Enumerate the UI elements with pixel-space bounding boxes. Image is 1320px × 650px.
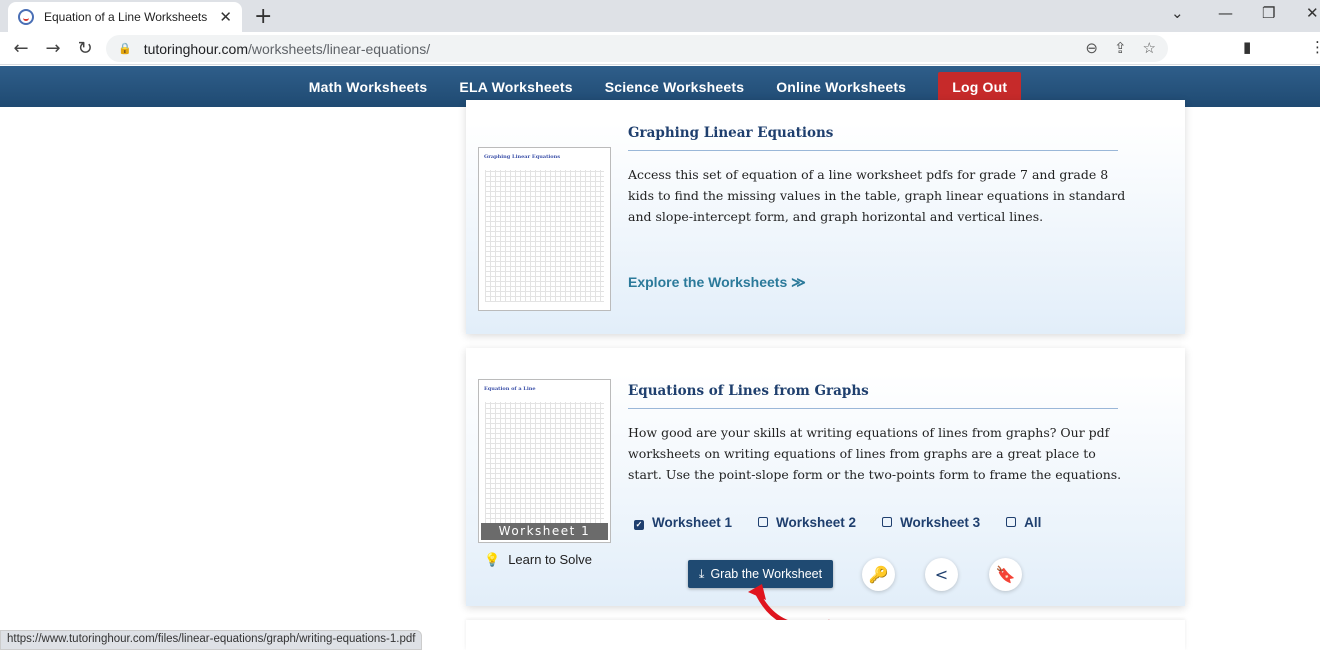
- nav-math-worksheets[interactable]: Math Worksheets: [309, 79, 428, 95]
- tab-search-icon[interactable]: ⌄: [1171, 4, 1184, 22]
- url-path: /worksheets/linear-equations/: [248, 40, 431, 57]
- close-tab-icon[interactable]: ✕: [219, 8, 232, 26]
- tab-title: Equation of a Line Worksheets: [44, 10, 208, 24]
- card-description: Access this set of equation of a line wo…: [628, 167, 1126, 224]
- thumbnail-label: Worksheet 1: [481, 523, 608, 540]
- share-button[interactable]: <: [925, 558, 958, 591]
- share-icon: <: [934, 565, 949, 584]
- url-host: tutoringhour.com: [143, 40, 248, 57]
- forward-icon[interactable]: →: [37, 38, 69, 59]
- new-tab-icon[interactable]: +: [254, 4, 272, 29]
- thumbnail-graphs: [485, 170, 604, 302]
- status-bar-url: https://www.tutoringhour.com/files/linea…: [0, 630, 423, 650]
- worksheet-options: ✓ Worksheet 1 Worksheet 2 Worksheet 3 All: [634, 515, 1041, 530]
- option-all[interactable]: All: [1006, 515, 1041, 530]
- checkbox-icon[interactable]: [1006, 517, 1017, 527]
- option-worksheet-2[interactable]: Worksheet 2: [758, 515, 856, 530]
- minimize-icon[interactable]: —: [1218, 4, 1233, 22]
- worksheet-card-graphing: Graphing Linear Equations Graphing Linea…: [466, 100, 1185, 334]
- download-icon: ⤓: [698, 566, 705, 581]
- learn-to-solve-link[interactable]: 💡 Learn to Solve: [484, 552, 592, 568]
- reload-icon[interactable]: ↻: [69, 38, 101, 59]
- arrow-head: [748, 584, 766, 600]
- next-card: [466, 620, 1185, 650]
- thumbnail-graphs: [485, 402, 604, 534]
- lightbulb-icon: 💡: [484, 552, 501, 567]
- option-label: Worksheet 1: [652, 515, 733, 530]
- card-title[interactable]: Equations of Lines from Graphs: [628, 383, 1118, 409]
- back-icon[interactable]: ←: [5, 38, 37, 59]
- url-bar[interactable]: 🔒 tutoringhour.com/worksheets/linear-equ…: [106, 35, 1168, 62]
- restore-icon[interactable]: ❐: [1262, 4, 1275, 22]
- nav-ela-worksheets[interactable]: ELA Worksheets: [459, 79, 572, 95]
- lock-icon: 🔒: [118, 43, 132, 55]
- checkbox-icon[interactable]: [758, 517, 769, 527]
- address-bar-row: ← → ↻ 🔒 tutoringhour.com/worksheets/line…: [0, 32, 1320, 92]
- worksheet-thumbnail[interactable]: Graphing Linear Equations: [478, 147, 611, 311]
- logout-button[interactable]: Log Out: [938, 71, 1022, 102]
- card-title[interactable]: Graphing Linear Equations: [628, 125, 1118, 151]
- thumbnail-title: Graphing Linear Equations: [484, 154, 561, 160]
- grab-label: Grab the Worksheet: [710, 567, 823, 581]
- bookmark-star-icon[interactable]: ☆: [1143, 39, 1156, 57]
- browser-tab[interactable]: Equation of a Line Worksheets ✕: [8, 2, 242, 32]
- explore-worksheets-link[interactable]: Explore the Worksheets ≫: [628, 274, 806, 291]
- bookmark-button[interactable]: 🔖: [989, 558, 1022, 591]
- option-label: Worksheet 2: [776, 515, 857, 530]
- site-favicon-icon: [18, 9, 34, 25]
- option-worksheet-3[interactable]: Worksheet 3: [882, 515, 980, 530]
- option-label: Worksheet 3: [900, 515, 981, 530]
- tab-strip: Equation of a Line Worksheets ✕ + ⌄ — ❐ …: [0, 0, 1320, 32]
- thumbnail-title: Equation of a Line: [484, 386, 536, 392]
- side-panel-icon[interactable]: ▮: [1243, 38, 1251, 56]
- checkbox-checked-icon[interactable]: ✓: [634, 520, 644, 530]
- checkbox-icon[interactable]: [882, 517, 893, 527]
- nav-online-worksheets[interactable]: Online Worksheets: [776, 79, 906, 95]
- zoom-icon[interactable]: ⊖: [1085, 39, 1098, 57]
- answer-key-button[interactable]: 🔑: [862, 558, 895, 591]
- nav-science-worksheets[interactable]: Science Worksheets: [605, 79, 745, 95]
- worksheet-thumbnail[interactable]: Equation of a Line Worksheet 1: [478, 379, 611, 543]
- learn-label: Learn to Solve: [508, 552, 593, 567]
- card-description: How good are your skills at writing equa…: [628, 425, 1122, 482]
- option-label: All: [1024, 515, 1042, 530]
- worksheet-card-lines-from-graphs: Equation of a Line Worksheet 1 Equations…: [466, 348, 1185, 606]
- option-worksheet-1[interactable]: ✓ Worksheet 1: [634, 515, 732, 530]
- window-close-icon[interactable]: ✕: [1306, 4, 1319, 22]
- menu-icon[interactable]: ⋮: [1310, 38, 1320, 56]
- share-icon[interactable]: ⇪: [1114, 39, 1127, 57]
- bookmark-add-icon: 🔖: [995, 565, 1016, 584]
- key-icon: 🔑: [868, 565, 889, 584]
